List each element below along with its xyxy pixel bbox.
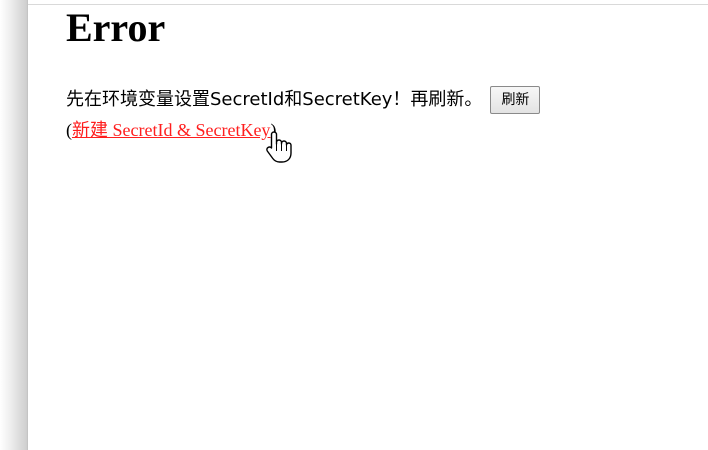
message-row: 先在环境变量设置SecretId和SecretKey！再刷新。 刷新	[66, 86, 541, 114]
left-shadow	[0, 0, 28, 450]
page-title: Error	[66, 5, 166, 50]
error-page: Error 先在环境变量设置SecretId和SecretKey！再刷新。 刷新…	[0, 0, 708, 450]
close-paren: )	[270, 120, 277, 140]
link-row: (新建 SecretId & SecretKey)	[66, 118, 276, 142]
create-secret-link[interactable]: 新建 SecretId & SecretKey	[72, 120, 270, 140]
refresh-button[interactable]: 刷新	[490, 86, 541, 114]
error-message: 先在环境变量设置SecretId和SecretKey！再刷新。	[66, 89, 483, 110]
